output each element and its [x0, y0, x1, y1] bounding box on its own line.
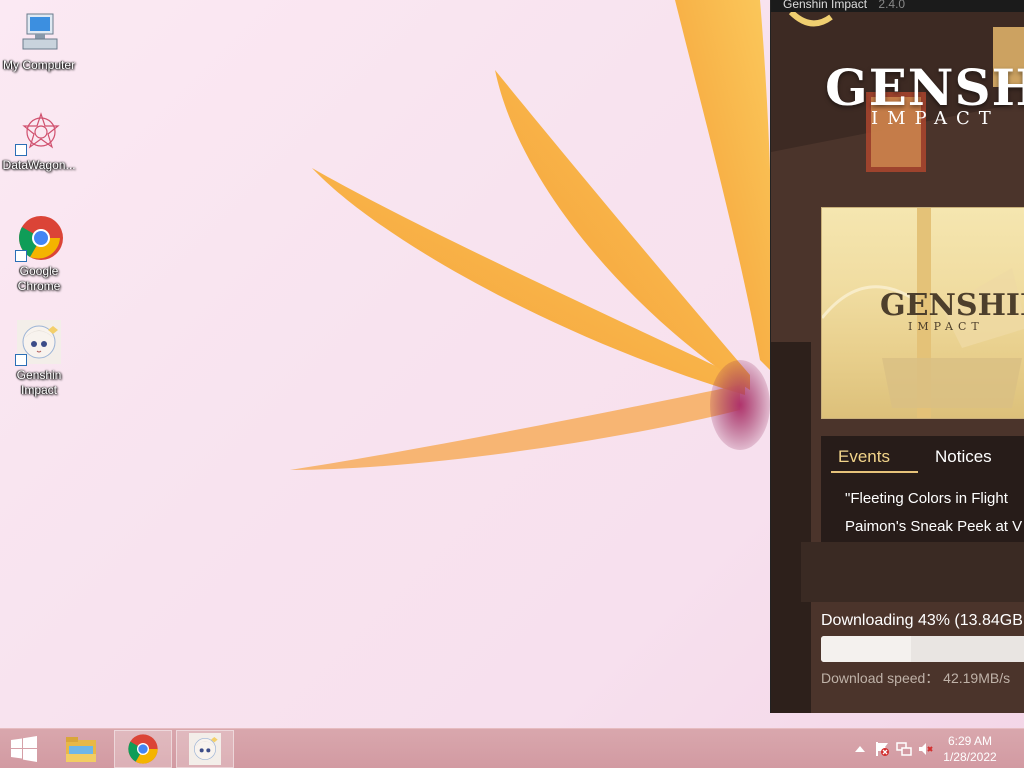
chrome-icon: [15, 214, 63, 262]
download-progress-bar: [821, 636, 1024, 662]
desktop-icon-label: Genshin Impact: [16, 368, 62, 397]
download-progress-fill: [821, 636, 912, 662]
show-hidden-icons-icon[interactable]: [852, 741, 868, 757]
news-panel: Events Notices "Fleeting Colors in Fligh…: [821, 436, 1024, 542]
start-button[interactable]: [0, 729, 48, 768]
shortcut-arrow-icon: [15, 354, 27, 366]
news-item[interactable]: Paimon's Sneak Peek at V: [845, 518, 1022, 535]
taskbar-file-explorer[interactable]: [52, 730, 110, 768]
active-tab-indicator: [831, 471, 918, 473]
folder-icon: [66, 737, 96, 762]
desktop-icon-label: Google Chrome: [17, 264, 61, 293]
genshin-icon: [15, 318, 63, 366]
tab-events[interactable]: Events: [838, 446, 890, 468]
desktop-icon-genshin-impact[interactable]: Genshin Impact: [0, 318, 78, 398]
genshin-logo: GENSHIN IMPACT: [825, 58, 1024, 129]
download-speed-text: Download speed： 42.19MB/s: [821, 670, 1011, 686]
system-tray: 6:29 AM 1/28/2022: [844, 729, 1024, 768]
action-center-flag-icon[interactable]: [874, 741, 890, 757]
computer-icon: [15, 8, 63, 56]
desktop-icon-datawagon[interactable]: DataWagon...: [0, 108, 78, 173]
clock-time: 6:29 AM: [947, 734, 993, 748]
desktop-icon-my-computer[interactable]: My Computer: [0, 8, 78, 73]
event-banner[interactable]: GENSHIN IMPACT: [821, 207, 1024, 419]
network-icon[interactable]: [896, 741, 912, 757]
taskbar-chrome[interactable]: [114, 730, 172, 768]
windows-logo-icon: [11, 736, 37, 762]
genshin-icon: [189, 733, 221, 765]
banner-logo-sub: IMPACT: [908, 320, 984, 333]
shortcut-arrow-icon: [15, 250, 27, 262]
datawagon-icon: [15, 108, 63, 156]
desktop-icon-label: DataWagon...: [2, 158, 76, 172]
chrome-icon: [128, 734, 158, 764]
clock-date: 1/28/2022: [943, 750, 997, 764]
genshin-launcher-window: Genshin Impact 2.4.0 GENSHIN IMPACT GENS…: [770, 0, 1024, 713]
shortcut-arrow-icon: [15, 144, 27, 156]
launcher-version: 2.4.0: [878, 0, 906, 11]
news-item[interactable]: "Fleeting Colors in Flight: [845, 490, 1008, 507]
download-status-text: Downloading 43% (13.84GB: [821, 612, 1023, 629]
launcher-title: Genshin Impact: [783, 0, 868, 11]
desktop-icon-label: My Computer: [2, 58, 76, 72]
taskbar-clock[interactable]: 6:29 AM 1/28/2022: [930, 733, 1010, 765]
desktop-icon-google-chrome[interactable]: Google Chrome: [0, 214, 78, 294]
banner-logo-text: GENSHIN: [880, 288, 1024, 323]
taskbar: 6:29 AM 1/28/2022: [0, 728, 1024, 768]
launcher-titlebar[interactable]: Genshin Impact 2.4.0: [771, 0, 1024, 12]
tab-notices[interactable]: Notices: [935, 446, 992, 468]
taskbar-genshin-launcher[interactable]: [176, 730, 234, 768]
